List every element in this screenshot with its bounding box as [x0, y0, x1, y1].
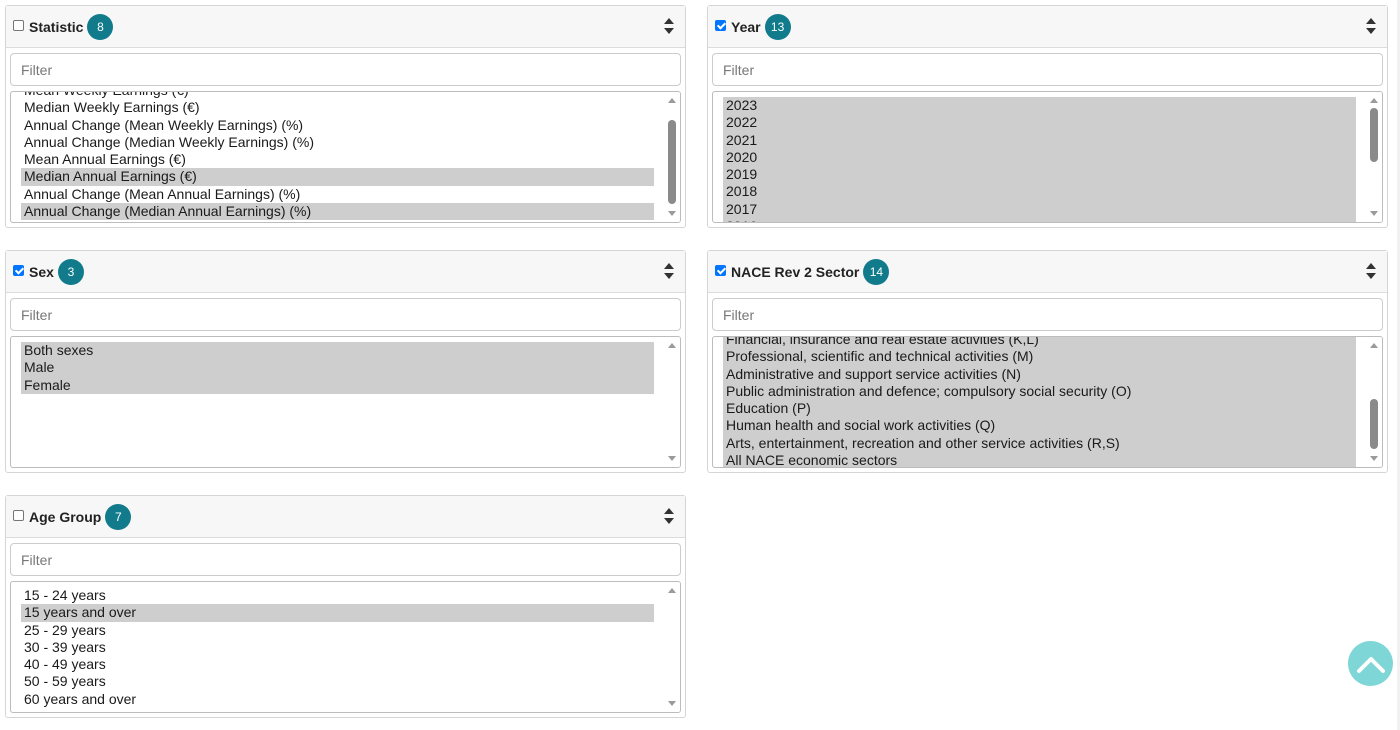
scroll-up-icon[interactable] — [1370, 343, 1378, 348]
list-option[interactable]: Median Annual Earnings (€) — [21, 168, 654, 186]
list-option[interactable]: Annual Change (Median Annual Earnings) (… — [21, 203, 654, 221]
list-option[interactable]: Mean Annual Earnings (€) — [21, 151, 654, 168]
age-group-title: Age Group — [29, 508, 102, 525]
scroll-down-icon[interactable] — [1370, 211, 1378, 216]
year-count-badge: 13 — [764, 13, 791, 40]
list-option[interactable]: Public administration and defence; compu… — [723, 382, 1356, 401]
scroll-up-icon[interactable] — [668, 343, 676, 348]
list-option[interactable]: All NACE economic sectors — [723, 452, 1356, 467]
list-option[interactable]: 25 - 29 years — [21, 622, 654, 639]
year-filter-input[interactable] — [712, 53, 1383, 86]
sex-panel: Sex 3 Both sexesMaleFemale — [5, 250, 686, 473]
list-option[interactable]: 2022 — [723, 114, 1356, 132]
list-option[interactable]: 2023 — [723, 97, 1356, 115]
year-select-all-checkbox[interactable] — [715, 20, 726, 31]
statistic-scrollbar[interactable] — [664, 92, 680, 222]
list-option[interactable]: 60 years and over — [21, 691, 654, 708]
sort-toggle-icon[interactable] — [663, 262, 675, 280]
statistic-options: Mean Weekly Earnings (€)Median Weekly Ea… — [21, 92, 654, 221]
age-group-header[interactable]: Age Group 7 — [6, 496, 685, 538]
list-option[interactable]: 2016 — [723, 218, 1356, 222]
scroll-down-icon[interactable] — [668, 456, 676, 461]
list-option[interactable]: Administrative and support service activ… — [723, 365, 1356, 383]
sex-header[interactable]: Sex 3 — [6, 251, 685, 293]
age-group-panel: Age Group 7 15 - 24 years15 years and ov… — [5, 495, 686, 718]
year-scrollbar[interactable] — [1366, 92, 1382, 222]
scroll-up-icon[interactable] — [668, 588, 676, 593]
statistic-header[interactable]: Statistic 8 — [6, 6, 685, 48]
list-option[interactable]: 2019 — [723, 166, 1356, 184]
sex-count-badge: 3 — [57, 258, 84, 285]
list-option[interactable]: 2021 — [723, 131, 1356, 149]
list-option[interactable]: 15 years and over — [21, 604, 654, 622]
chevron-up-icon — [1356, 656, 1385, 673]
nace-sector-scrollbar[interactable] — [1366, 337, 1382, 467]
list-option[interactable]: 15 - 24 years — [21, 587, 654, 604]
nace-sector-header[interactable]: NACE Rev 2 Sector 14 — [708, 251, 1387, 293]
list-option[interactable]: Male — [21, 359, 654, 377]
list-option[interactable]: Professional, scientific and technical a… — [723, 348, 1356, 366]
scrollbar-thumb[interactable] — [1370, 108, 1378, 162]
age-group-filter-input[interactable] — [10, 543, 681, 576]
nace-sector-options: Financial, insurance and real estate act… — [723, 337, 1356, 467]
list-option[interactable]: 2018 — [723, 183, 1356, 201]
scroll-down-icon[interactable] — [1370, 456, 1378, 461]
nace-sector-select-all-checkbox[interactable] — [715, 265, 726, 276]
sort-toggle-icon[interactable] — [1365, 262, 1377, 280]
statistic-count-badge: 8 — [87, 13, 114, 40]
sex-select-all-checkbox[interactable] — [13, 265, 24, 276]
list-option[interactable]: 30 - 39 years — [21, 639, 654, 656]
sex-title: Sex — [29, 263, 54, 280]
statistic-panel: Statistic 8 Mean Weekly Earnings (€)Medi… — [5, 5, 686, 228]
list-option[interactable]: Financial, insurance and real estate act… — [723, 337, 1356, 349]
sex-listbox[interactable]: Both sexes Male Female — [10, 336, 681, 468]
nace-sector-listbox[interactable]: Financial, insurance and real estate act… — [712, 336, 1383, 468]
age-group-count-badge: 7 — [105, 503, 132, 530]
statistic-title: Statistic — [29, 18, 84, 35]
list-option[interactable]: Female — [21, 376, 654, 394]
list-option[interactable]: Annual Change (Mean Annual Earnings) (%) — [21, 186, 654, 203]
list-option[interactable]: Both sexes — [21, 342, 654, 360]
sex-filter-input[interactable] — [10, 298, 681, 331]
sort-toggle-icon[interactable] — [663, 17, 675, 35]
age-group-select-all-checkbox[interactable] — [13, 510, 24, 521]
list-option[interactable]: Education (P) — [723, 400, 1356, 418]
scrollbar-thumb[interactable] — [1370, 399, 1378, 449]
year-header[interactable]: Year 13 — [708, 6, 1387, 48]
scrollbar-thumb[interactable] — [668, 120, 676, 204]
scroll-up-icon[interactable] — [1370, 98, 1378, 103]
scroll-to-top-button[interactable] — [1348, 641, 1393, 686]
nace-sector-count-badge: 14 — [863, 258, 890, 285]
list-option[interactable]: 2020 — [723, 148, 1356, 167]
year-listbox[interactable]: 20232022202120202019201820172016 — [712, 91, 1383, 223]
year-panel: Year 13 20232022202120202019201820172016 — [707, 5, 1388, 228]
age-group-options: 15 - 24 years 15 years and over 25 - 29 ye… — [21, 587, 654, 708]
age-group-scrollbar[interactable] — [664, 582, 680, 712]
list-option[interactable]: 40 - 49 years — [21, 656, 654, 673]
statistic-listbox[interactable]: Mean Weekly Earnings (€)Median Weekly Ea… — [10, 91, 681, 223]
nace-sector-filter-input[interactable] — [712, 298, 1383, 331]
sex-scrollbar[interactable] — [664, 337, 680, 467]
sort-toggle-icon[interactable] — [1365, 17, 1377, 35]
scroll-up-icon[interactable] — [668, 98, 676, 103]
list-option[interactable]: Human health and social work activities … — [723, 417, 1356, 435]
sort-toggle-icon[interactable] — [663, 507, 675, 525]
list-option[interactable]: Annual Change (Median Weekly Earnings) (… — [21, 134, 654, 151]
sex-options: Both sexes Male Female — [21, 342, 654, 394]
list-option[interactable]: 50 - 59 years — [21, 673, 654, 690]
statistic-filter-input[interactable] — [10, 53, 681, 86]
year-title: Year — [731, 18, 761, 35]
scroll-down-icon[interactable] — [668, 701, 676, 706]
statistic-select-all-checkbox[interactable] — [13, 20, 24, 31]
scroll-down-icon[interactable] — [668, 211, 676, 216]
list-option[interactable]: Annual Change (Mean Weekly Earnings) (%) — [21, 117, 654, 134]
age-group-listbox[interactable]: 15 - 24 years 15 years and over 25 - 29 ye… — [10, 581, 681, 713]
list-option[interactable]: 2017 — [723, 200, 1356, 219]
list-option[interactable]: Median Weekly Earnings (€) — [21, 99, 654, 116]
list-option[interactable]: Arts, entertainment, recreation and othe… — [723, 434, 1356, 453]
year-options: 20232022202120202019201820172016 — [723, 97, 1356, 222]
list-option[interactable]: Mean Weekly Earnings (€) — [21, 92, 654, 99]
nace-sector-panel: NACE Rev 2 Sector 14 Financial, insuranc… — [707, 250, 1388, 473]
nace-sector-title: NACE Rev 2 Sector — [731, 263, 860, 280]
